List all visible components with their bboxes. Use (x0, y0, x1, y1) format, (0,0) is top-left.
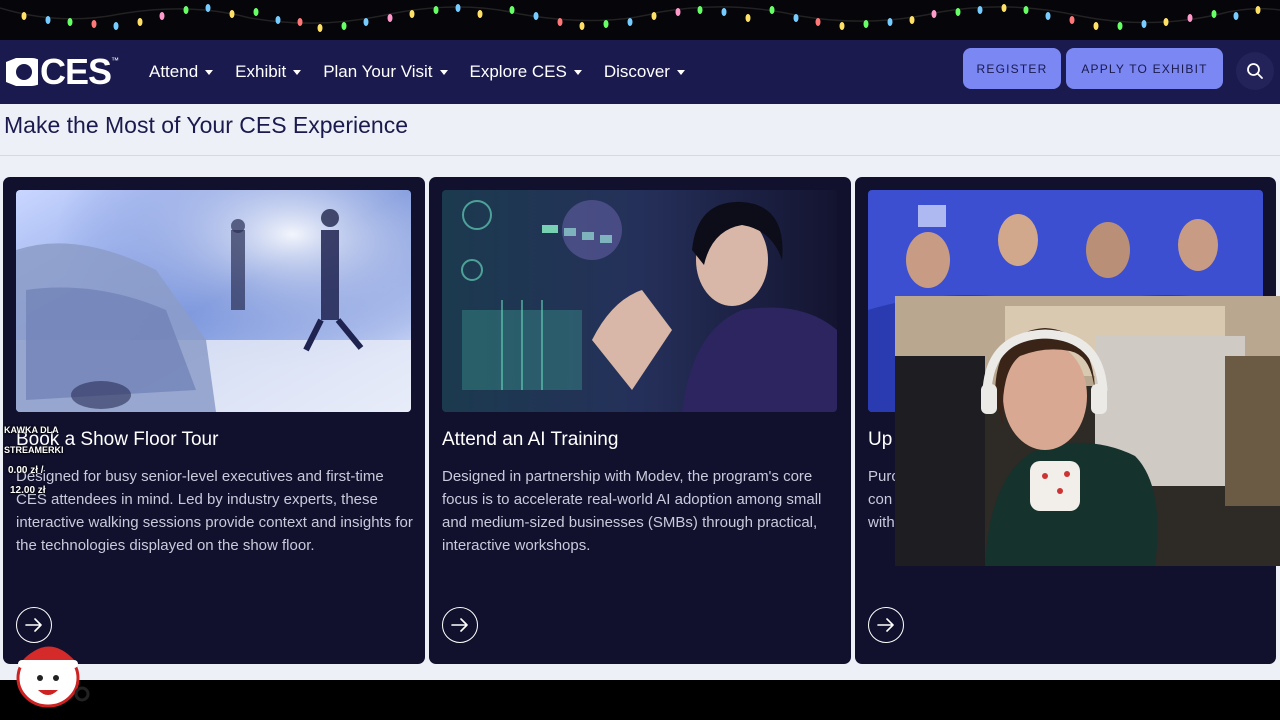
menu-item-discover[interactable]: Discover (604, 62, 685, 82)
search-icon (1247, 63, 1263, 79)
chevron-down-icon (676, 69, 685, 75)
chevron-down-icon (439, 69, 448, 75)
webcam-overlay (895, 296, 1280, 566)
menu-item-attend[interactable]: Attend (149, 62, 214, 82)
bottom-bar (0, 680, 1280, 720)
section-divider (0, 155, 1280, 156)
card-title: Attend an AI Training (442, 429, 619, 450)
card-title: Up (868, 429, 893, 450)
trademark-mark: ™ (111, 56, 120, 65)
apply-to-exhibit-button[interactable]: APPLY TO EXHIBIT (1066, 48, 1223, 89)
card-show-floor-tour[interactable]: Book a Show Floor Tour Designed for busy… (3, 177, 425, 664)
register-button[interactable]: REGISTER (963, 48, 1061, 89)
section-title: Make the Most of Your CES Experience (4, 112, 408, 138)
card-arrow-button[interactable] (442, 607, 478, 643)
card-arrow-button[interactable] (868, 607, 904, 643)
ces-logo-mark-icon (2, 54, 46, 90)
donation-label: KAWKA DLA (4, 425, 59, 435)
card-image-show-floor (16, 190, 411, 412)
menu-item-explore-ces[interactable]: Explore CES (470, 62, 582, 82)
main-menu: Attend Exhibit Plan Your Visit Explore C… (149, 40, 707, 104)
logo-text: CES (40, 51, 112, 92)
card-image-ai-training (442, 190, 837, 412)
donation-label: STREAMERKI (4, 445, 64, 455)
chevron-down-icon (293, 69, 302, 75)
top-navbar: CES ™ Attend Exhibit Plan Your Visit Exp… (0, 40, 1280, 104)
arrow-right-icon (25, 618, 42, 632)
card-ai-training[interactable]: Attend an AI Training Designed in partne… (429, 177, 851, 664)
menu-item-label: Exhibit (235, 62, 287, 81)
arrow-right-icon (451, 618, 468, 632)
donation-goal: 12.00 zł (10, 485, 46, 496)
menu-item-label: Discover (603, 62, 670, 81)
donation-amount: 0.00 zł / (8, 465, 44, 476)
arrow-right-icon (877, 618, 894, 632)
menu-item-plan-your-visit[interactable]: Plan Your Visit (323, 62, 448, 82)
card-description: Designed for busy senior-level executive… (16, 468, 413, 554)
chevron-down-icon (573, 69, 582, 75)
search-button[interactable] (1236, 52, 1274, 90)
menu-item-label: Explore CES (469, 62, 567, 81)
menu-item-label: Plan Your Visit (323, 62, 433, 81)
santa-cat-mascot-icon (10, 636, 90, 712)
menu-item-exhibit[interactable]: Exhibit (235, 62, 302, 82)
ces-logo[interactable]: CES ™ (2, 54, 119, 90)
string-lights-decoration (0, 0, 1280, 40)
chevron-down-icon (205, 69, 214, 75)
card-description: Designed in partnership with Modev, the … (442, 468, 822, 554)
menu-item-label: Attend (149, 62, 199, 81)
